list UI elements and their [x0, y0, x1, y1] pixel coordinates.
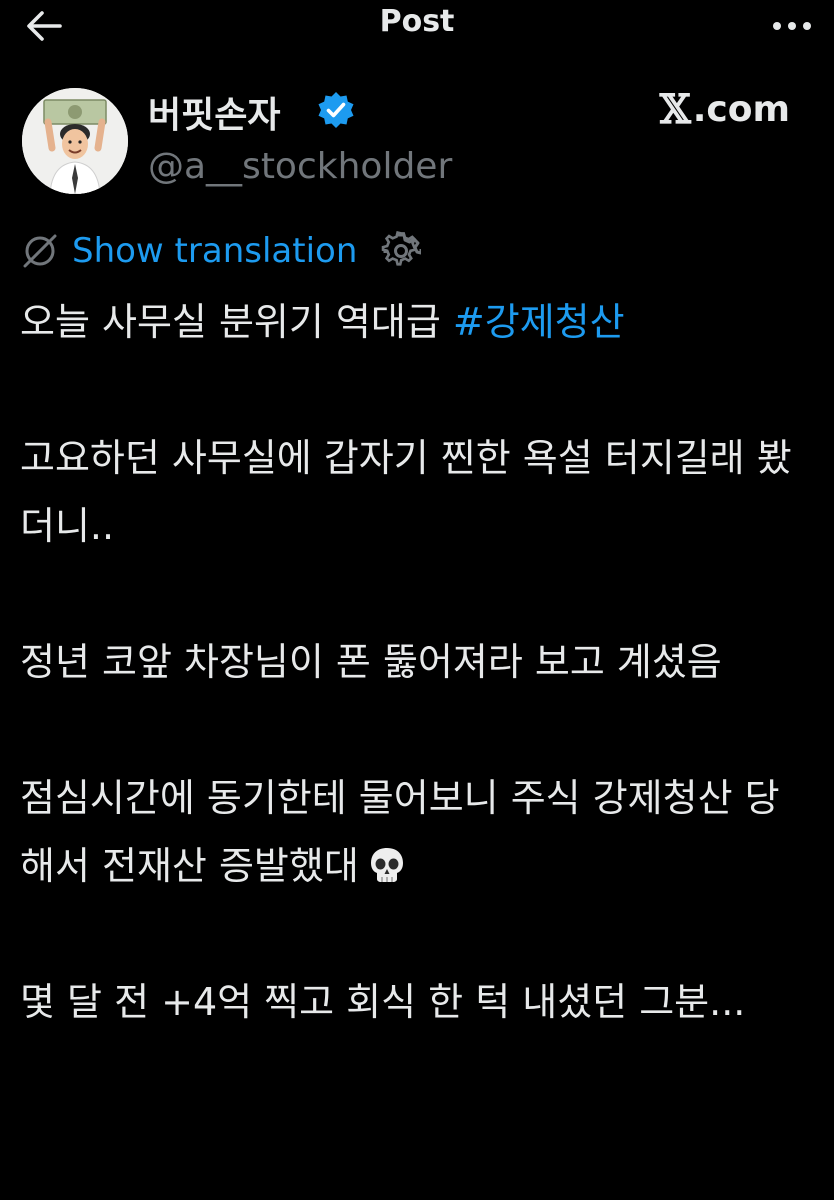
page-title: Post [379, 4, 455, 39]
hashtag-link[interactable]: #강제청산 [453, 300, 625, 344]
display-name[interactable]: 버핏손자 [148, 86, 280, 138]
show-translation-link[interactable]: Show translation [72, 231, 357, 271]
top-bar: Post [0, 0, 834, 56]
avatar-image [22, 88, 128, 194]
post-paragraph-4: 점심시간에 동기한테 물어보니 주식 강제청산 당해서 전재산 증발했대 [20, 764, 810, 900]
translation-row: Show translation [20, 228, 422, 274]
x-com-watermark: 𝕏 .com [660, 86, 790, 133]
user-handle[interactable]: @a__stockholder [148, 146, 452, 187]
more-horizontal-icon[interactable] [770, 6, 814, 46]
post-paragraph-1: 오늘 사무실 분위기 역대급 #강제청산 [20, 288, 810, 356]
gear-icon[interactable] [381, 231, 422, 271]
post-paragraph-3: 정년 코앞 차장님이 폰 뚫어져라 보고 계셨음 [20, 640, 722, 684]
post-line-1: 오늘 사무실 분위기 역대급 [20, 300, 453, 344]
post-paragraph-5: 몇 달 전 +4억 찍고 회식 한 턱 내셨던 그분... [20, 980, 746, 1024]
watermark-domain: .com [692, 89, 790, 130]
translate-off-icon [23, 234, 57, 268]
post-paragraph-2: 고요하던 사무실에 갑자기 찐한 욕설 터지길래 봤더니.. [20, 436, 792, 548]
post-text: 오늘 사무실 분위기 역대급 #강제청산 고요하던 사무실에 갑자기 찐한 욕설… [20, 288, 810, 1036]
avatar[interactable] [22, 88, 128, 194]
x-logo-icon: 𝕏 [659, 86, 691, 133]
verified-badge-icon [318, 92, 354, 128]
post-page: Post 버핏손자 @a__stockholder 𝕏 .com Show tr… [0, 0, 834, 1200]
skull-emoji [370, 848, 403, 882]
